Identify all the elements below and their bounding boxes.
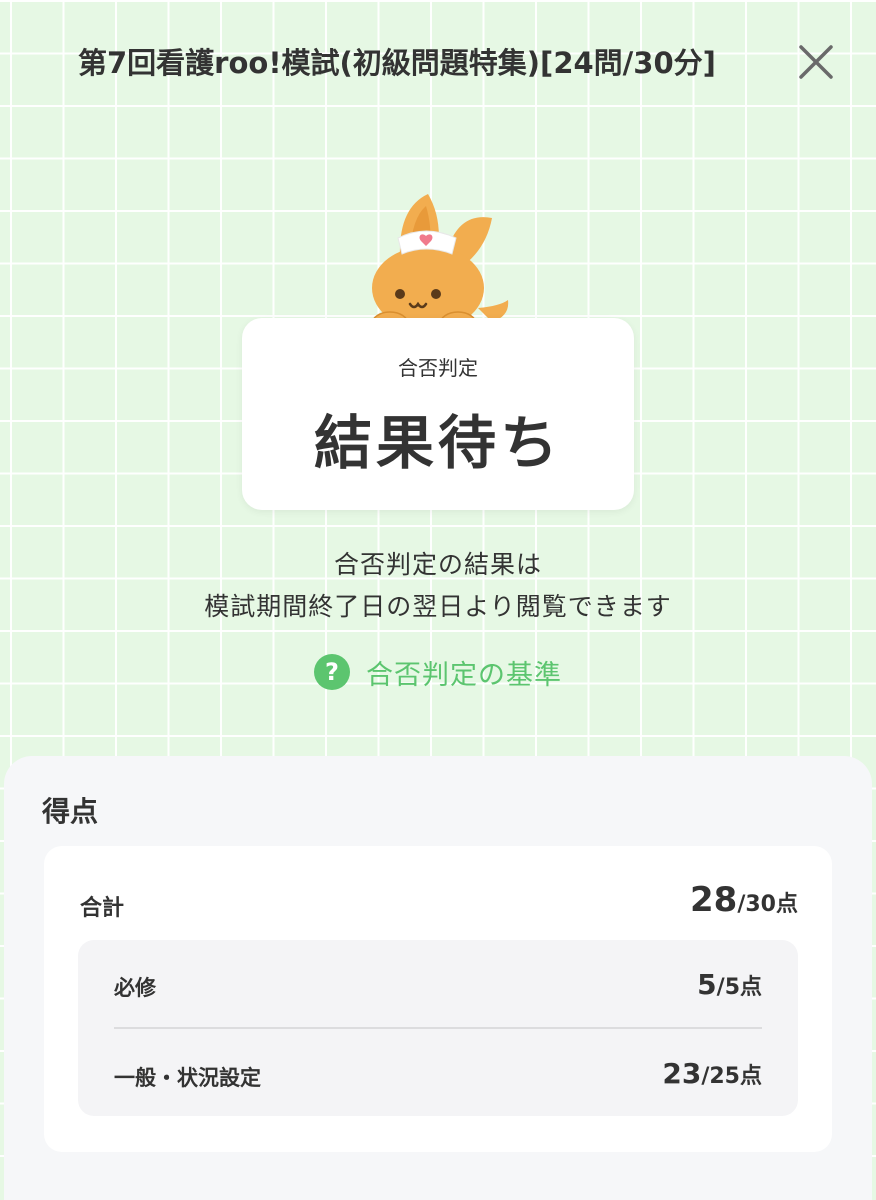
mascot-illustration	[371, 194, 509, 337]
item-score-general-value: 23	[662, 1057, 702, 1090]
exam-result-screen: 第7回看護roo!模試(初級問題特集)[24問/30分] 合否判定 結果待ち 合…	[0, 0, 876, 1200]
item-label-general: 一般・状況設定	[114, 1066, 261, 1090]
criteria-link[interactable]: ? 合否判定の基準	[314, 652, 562, 692]
result-label: 合否判定	[398, 356, 478, 380]
notice-line-1: 合否判定の結果は	[333, 550, 542, 579]
total-score: 28/30点	[690, 880, 798, 920]
close-icon[interactable]	[796, 42, 836, 82]
total-label: 合計	[80, 896, 125, 921]
result-notice: 合否判定の結果は 模試期間終了日の翌日より閲覧できます	[0, 544, 876, 628]
item-score-required-max: /5点	[716, 975, 762, 1000]
item-score-general: 23/25点	[662, 1057, 762, 1090]
total-score-max: /30点	[737, 892, 798, 917]
notice-line-2: 模試期間終了日の翌日より閲覧できます	[204, 592, 672, 621]
result-card: 合否判定 結果待ち	[242, 318, 634, 510]
divider	[114, 1027, 762, 1029]
total-score-value: 28	[690, 880, 738, 920]
item-score-required-value: 5	[697, 968, 717, 1001]
item-score-required: 5/5点	[697, 968, 762, 1001]
score-section-title: 得点	[42, 795, 99, 828]
result-status: 結果待ち	[313, 409, 562, 477]
item-score-general-max: /25点	[701, 1064, 762, 1089]
item-label-required: 必修	[114, 976, 156, 1000]
criteria-link-text: 合否判定の基準	[366, 659, 562, 691]
page-title: 第7回看護roo!模試(初級問題特集)[24問/30分]	[78, 46, 716, 80]
question-icon: ?	[314, 654, 350, 690]
